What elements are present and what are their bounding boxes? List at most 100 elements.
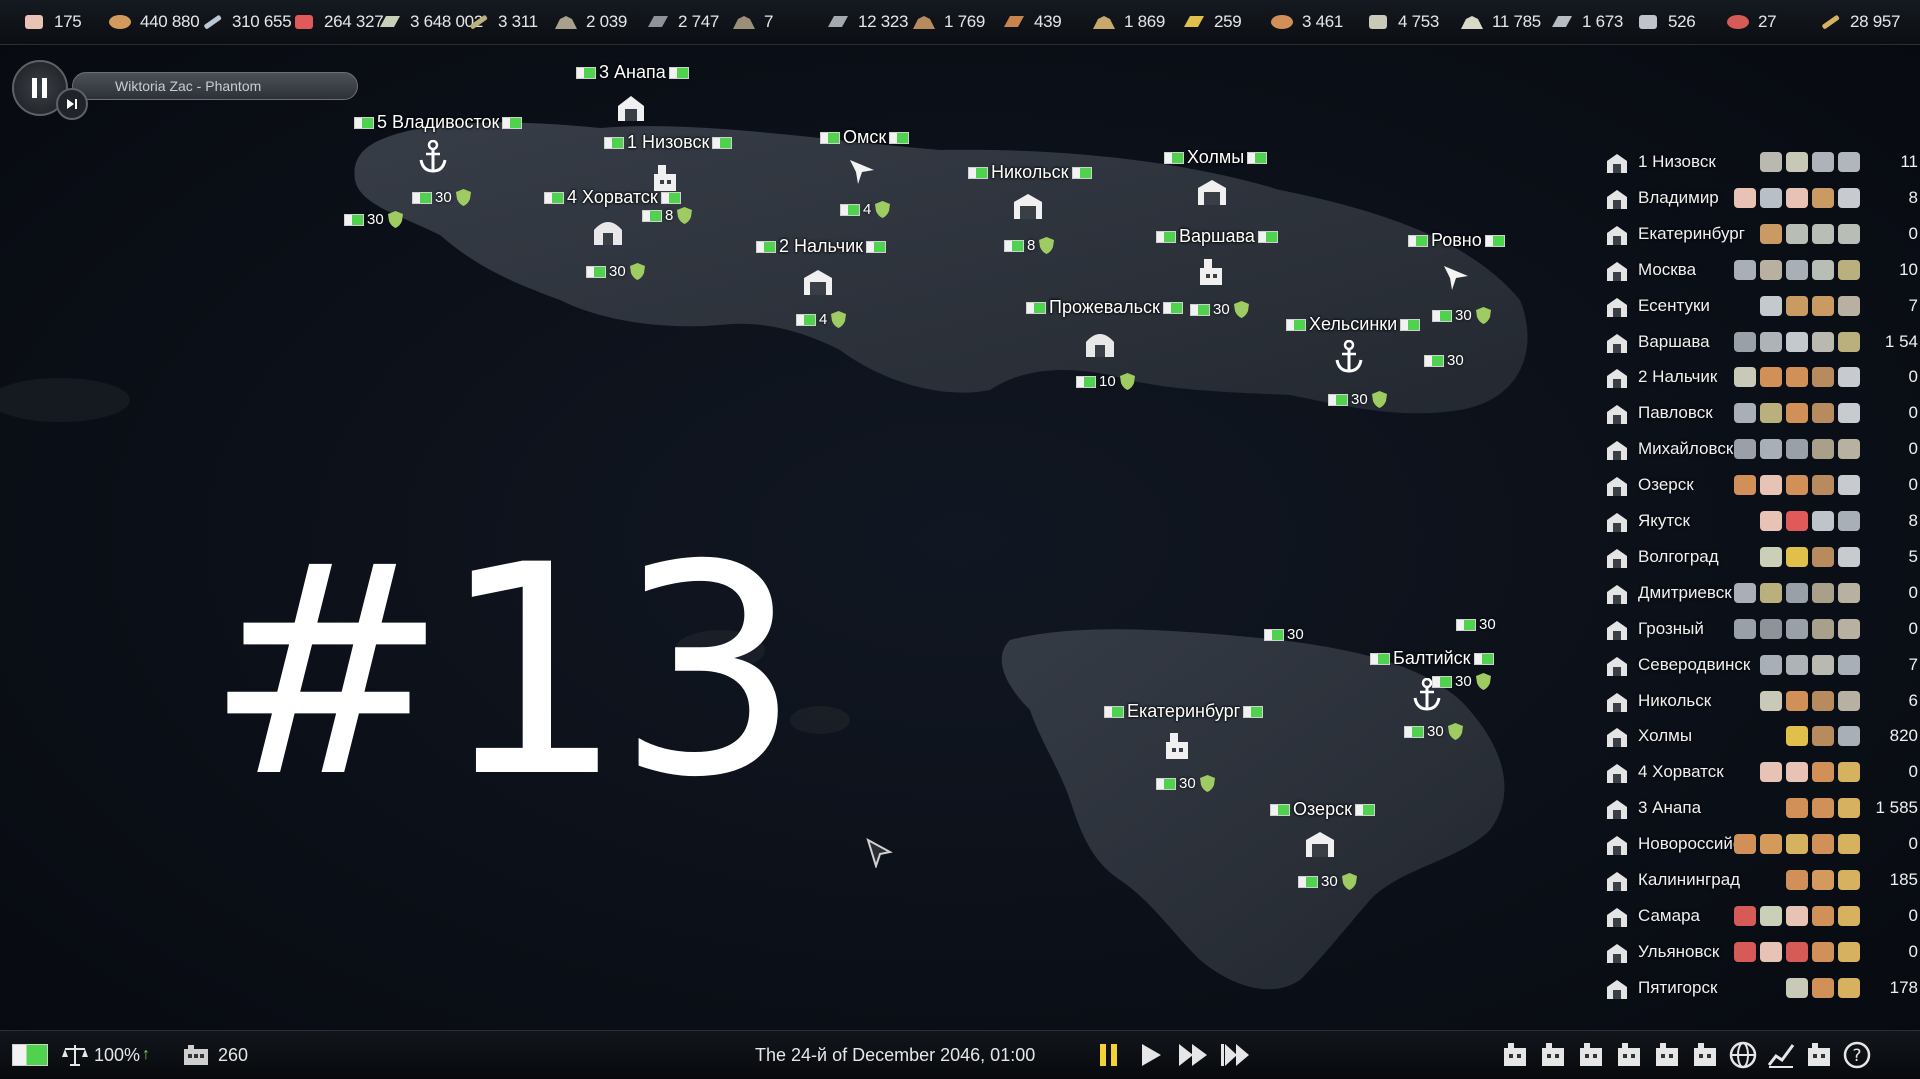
city-label-ekaterinburg[interactable]: Екатеринбург (1104, 701, 1264, 722)
city-label-omsk[interactable]: Омск (820, 127, 910, 148)
approval-indicator[interactable]: 100% ↑ (62, 1031, 150, 1079)
population-indicator[interactable]: 260 (182, 1031, 248, 1079)
resource-cotton[interactable]: 11 785 (1460, 0, 1541, 44)
resource-plate[interactable]: 12 323 (826, 0, 909, 44)
settlement-row[interactable]: Самара 0 (1598, 900, 1920, 934)
resource-bottle[interactable]: 526 (1636, 0, 1696, 44)
resource-rubble[interactable]: 7 (732, 0, 773, 44)
settlement-row[interactable]: Павловск 0 (1598, 397, 1920, 431)
garrison-badge[interactable]: 30 (412, 188, 472, 207)
settlement-row[interactable]: Холмы 820 (1598, 720, 1920, 754)
warehouse-icon[interactable] (1304, 830, 1336, 858)
settlement-row[interactable]: Калининград 185 (1598, 864, 1920, 898)
settlement-row[interactable]: Якутск 8 (1598, 505, 1920, 539)
garrison-badge[interactable]: 30 (1190, 300, 1250, 319)
garrison-badge[interactable]: 30 (1298, 872, 1358, 891)
garrison-badge[interactable]: 8 (1004, 236, 1055, 255)
fastest-speed-button[interactable] (1218, 1038, 1252, 1072)
settlement-row[interactable]: Северодвинск 7 (1598, 649, 1920, 683)
settlement-row[interactable]: 2 Нальчик 0 (1598, 361, 1920, 395)
play-button[interactable] (1134, 1038, 1168, 1072)
city-label-przhevalsk[interactable]: Прожевальск (1026, 297, 1183, 318)
resource-box[interactable]: 4 753 (1366, 0, 1439, 44)
settlement-row[interactable]: Озерск 0 (1598, 469, 1920, 503)
airport-icon[interactable] (846, 156, 876, 186)
garrison-badge[interactable]: 30 (1424, 352, 1464, 369)
settlement-row[interactable]: Волгоград 5 (1598, 541, 1920, 575)
world-button[interactable] (1724, 1036, 1762, 1074)
city-label-rovno[interactable]: Ровно (1408, 230, 1505, 251)
garrison-badge[interactable]: 30 (1456, 616, 1496, 633)
resource-grain[interactable]: 1 869 (1092, 0, 1165, 44)
garrison-badge[interactable]: 30 (586, 262, 646, 281)
resource-fence[interactable]: 3 311 (466, 0, 538, 44)
settlement-row[interactable]: Варшава 1 54 (1598, 326, 1920, 360)
settlement-row[interactable]: Екатеринбург 0 (1598, 218, 1920, 252)
settlement-row[interactable]: Пятигорск 178 (1598, 972, 1920, 1006)
city-label-vladivostok[interactable]: 5 Владивосток (354, 112, 523, 133)
airport-icon[interactable] (1440, 262, 1470, 292)
resource-bread[interactable]: 440 880 (108, 0, 200, 44)
construction-button[interactable] (1534, 1036, 1572, 1074)
industry-button[interactable] (1572, 1036, 1610, 1074)
barn-icon[interactable] (592, 216, 624, 246)
trade-button[interactable] (1686, 1036, 1724, 1074)
resource-fabric[interactable]: 1 673 (1550, 0, 1623, 44)
government-button[interactable] (1800, 1036, 1838, 1074)
settlement-row[interactable]: Михайловск 0 (1598, 433, 1920, 467)
garrison-badge[interactable]: 30 (1432, 306, 1492, 325)
resource-wheat[interactable]: 28 957 (1818, 0, 1901, 44)
garrison-badge[interactable]: 8 (642, 206, 693, 225)
garrison-badge[interactable]: 30 (1156, 774, 1216, 793)
garrison-badge[interactable]: 30 (1404, 722, 1464, 741)
resource-paper[interactable]: 175 (22, 0, 82, 44)
settlement-row[interactable]: 4 Хорватск 0 (1598, 756, 1920, 790)
resource-meat[interactable]: 27 (1726, 0, 1777, 44)
resource-ore[interactable]: 2 039 (554, 0, 627, 44)
city-label-helsinki[interactable]: Хельсинки (1286, 314, 1421, 335)
warehouse-icon[interactable] (616, 94, 646, 122)
resource-shovel[interactable]: 310 655 (200, 0, 292, 44)
barn-icon[interactable] (1084, 328, 1116, 358)
city-label-varshava[interactable]: Варшава (1156, 226, 1278, 247)
city-label-ozersk[interactable]: Озерск (1270, 799, 1375, 820)
garrison-badge[interactable]: 30 (1432, 672, 1492, 691)
warehouse-icon[interactable] (1196, 178, 1228, 206)
city-label-holmy[interactable]: Холмы (1164, 147, 1268, 168)
settlement-row[interactable]: Грозный 0 (1598, 613, 1920, 647)
settlement-row[interactable]: 1 Низовск 11 (1598, 146, 1920, 180)
anchor-icon[interactable] (418, 140, 448, 174)
gear-button[interactable] (1496, 1036, 1534, 1074)
settlement-row[interactable]: Ульяновск 0 (1598, 936, 1920, 970)
pause-game-button[interactable] (1092, 1038, 1126, 1072)
settlement-row[interactable]: Дмитриевск 0 (1598, 577, 1920, 611)
factory-icon[interactable] (1162, 730, 1192, 760)
factory-icon[interactable] (650, 162, 680, 192)
garrison-badge[interactable]: 30 (344, 210, 404, 229)
settlement-row[interactable]: Москва 10 (1598, 254, 1920, 288)
anchor-icon[interactable] (1334, 340, 1364, 374)
city-label-nalchik[interactable]: 2 Нальчик (756, 236, 887, 257)
next-track-button[interactable] (56, 88, 88, 120)
garrison-badge[interactable]: 10 (1076, 372, 1136, 391)
resource-canned-food[interactable]: 264 327 (292, 0, 384, 44)
resource-sausage[interactable]: 3 461 (1270, 0, 1343, 44)
city-label-anapa[interactable]: 3 Анапа (576, 62, 689, 83)
settlement-row[interactable]: 3 Анапа 1 585 (1598, 792, 1920, 826)
city-label-nizovsk[interactable]: 1 Низовск (604, 132, 733, 153)
help-button[interactable]: ? (1838, 1036, 1876, 1074)
warehouse-icon[interactable] (1012, 192, 1044, 220)
faction-flag-button[interactable] (12, 1031, 48, 1079)
factory-icon[interactable] (1196, 256, 1226, 286)
military-button[interactable] (1610, 1036, 1648, 1074)
garrison-badge[interactable]: 4 (840, 200, 891, 219)
fast-forward-button[interactable] (1176, 1038, 1210, 1072)
garrison-badge[interactable]: 4 (796, 310, 847, 329)
city-label-nikolsk[interactable]: Никольск (968, 162, 1092, 183)
transport-button[interactable] (1648, 1036, 1686, 1074)
city-label-baltiysk[interactable]: Балтийск (1370, 648, 1494, 669)
resource-potato[interactable]: 1 769 (912, 0, 985, 44)
resource-wood[interactable]: 439 (1002, 0, 1062, 44)
garrison-badge[interactable]: 30 (1264, 626, 1304, 643)
settlement-row[interactable]: Никольск 6 (1598, 685, 1920, 719)
